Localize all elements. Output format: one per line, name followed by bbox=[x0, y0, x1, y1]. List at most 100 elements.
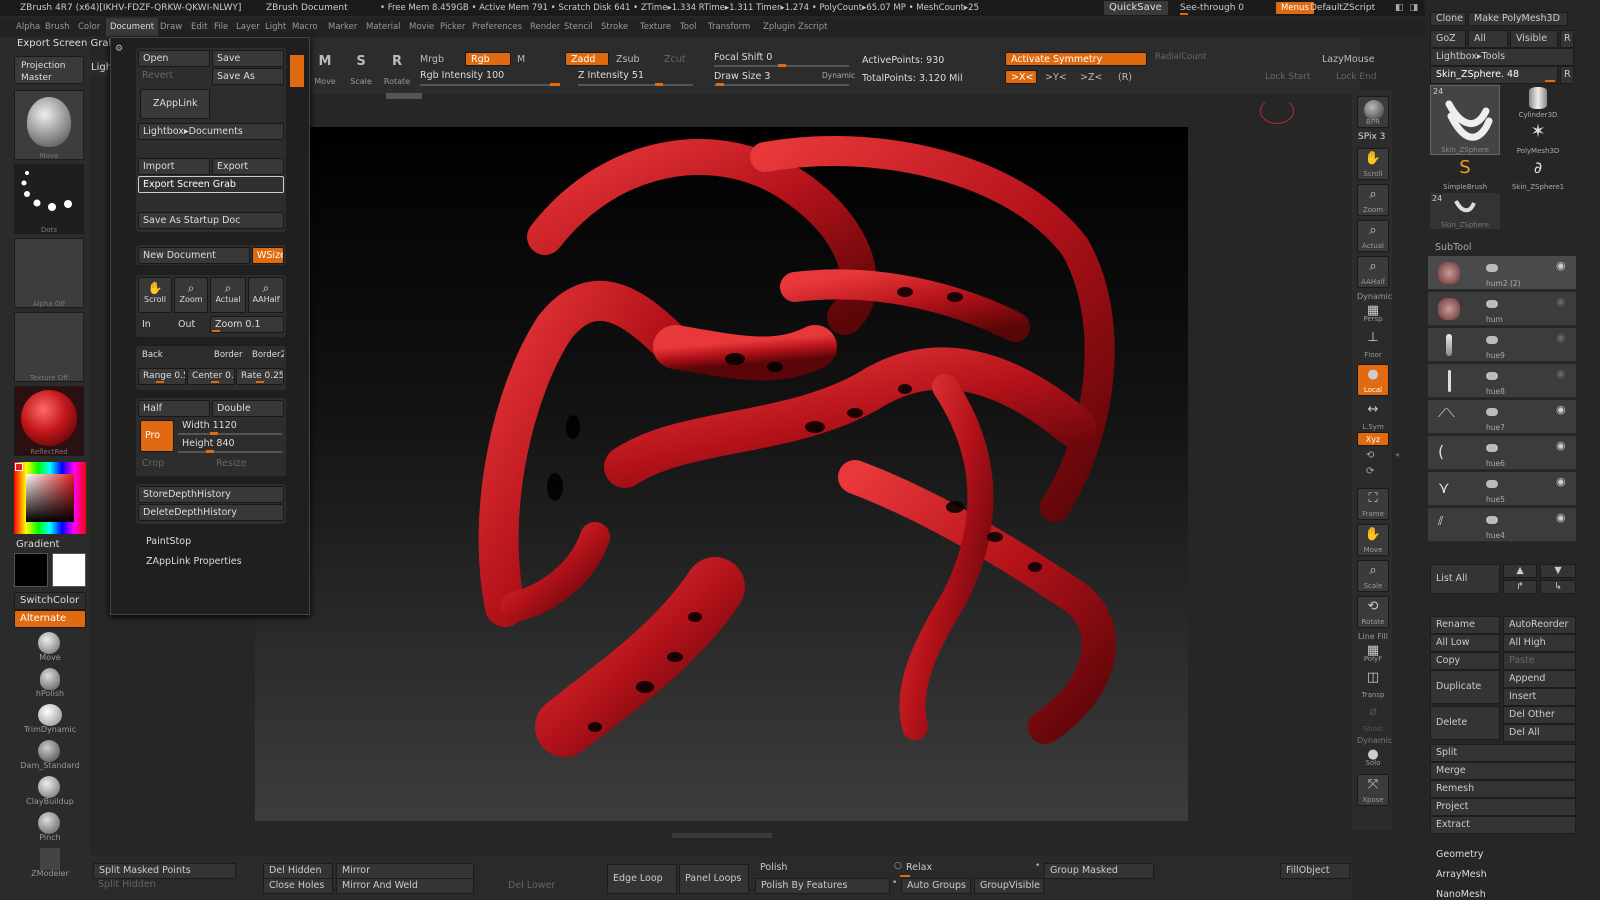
transp-button[interactable]: ◫ Transp bbox=[1357, 668, 1389, 700]
color-saturation-square[interactable] bbox=[26, 474, 74, 522]
split-hidden-button[interactable]: Split Hidden bbox=[93, 878, 236, 892]
persp-button[interactable]: Dynamic ▦ Persp bbox=[1357, 292, 1392, 324]
move-down-right-arrow-icon[interactable]: ↳ bbox=[1540, 580, 1576, 594]
menu-zscript[interactable]: Zscript bbox=[798, 18, 828, 36]
tool-slot-simplebrush[interactable]: S SimpleBrush bbox=[1430, 157, 1500, 191]
subtool-row[interactable]: ◉ hum bbox=[1428, 292, 1576, 326]
group-masked-button[interactable]: Group Masked bbox=[1044, 863, 1154, 879]
import-button[interactable]: Import bbox=[138, 158, 210, 175]
rotate-free-icon[interactable]: ⟳ bbox=[1366, 466, 1374, 477]
geometry-menu[interactable]: Geometry bbox=[1436, 849, 1483, 860]
border-button[interactable]: Border bbox=[210, 348, 246, 363]
menu-preferences[interactable]: Preferences bbox=[472, 18, 522, 36]
menu-texture[interactable]: Texture bbox=[640, 18, 671, 36]
doc-scroll-button[interactable]: ✋ Scroll bbox=[138, 277, 172, 313]
switchcolor-button[interactable]: SwitchColor bbox=[14, 592, 86, 610]
default-zscript[interactable]: DefaultZScript bbox=[1310, 0, 1375, 16]
menu-file[interactable]: File bbox=[214, 18, 228, 36]
project-menu[interactable]: Project bbox=[1430, 798, 1576, 816]
z-intensity-slider[interactable]: Z Intensity 51 bbox=[578, 70, 644, 81]
lsym-button[interactable]: ↔ L.Sym bbox=[1357, 400, 1389, 432]
wsize-button[interactable]: WSize bbox=[252, 247, 284, 264]
alpha-thumbnail[interactable]: Alpha Off bbox=[14, 238, 84, 308]
delete-button[interactable]: Delete bbox=[1430, 706, 1500, 740]
menu-light[interactable]: Light bbox=[265, 18, 286, 36]
paste-button[interactable]: Paste bbox=[1503, 652, 1576, 670]
autoreorder-button[interactable]: AutoReorder bbox=[1503, 616, 1576, 634]
resize-button[interactable]: Resize bbox=[212, 456, 284, 471]
edge-loop-button[interactable]: Edge Loop bbox=[607, 864, 677, 894]
tool-slot-skin-zsphere1[interactable]: ∂ Skin_ZSphere1 bbox=[1503, 157, 1573, 191]
draw-size-slider[interactable]: Draw Size 3 bbox=[714, 71, 770, 82]
toolbar-scroll-handle[interactable] bbox=[386, 93, 422, 99]
eye-icon[interactable]: ◉ bbox=[1556, 475, 1566, 488]
make-polymesh-button[interactable]: Make PolyMesh3D bbox=[1468, 12, 1568, 26]
merge-menu[interactable]: Merge bbox=[1430, 762, 1576, 780]
tool-slot-skin-zsphere[interactable]: 24 Skin_ZSphere bbox=[1430, 85, 1500, 155]
revert-button[interactable]: Revert bbox=[138, 68, 210, 83]
lightbox-tools-button[interactable]: Lightbox▸Tools bbox=[1430, 48, 1574, 66]
symmetry-x-button[interactable]: >X< bbox=[1005, 70, 1037, 84]
toggle-icon[interactable] bbox=[1486, 408, 1498, 416]
toggle-icon[interactable] bbox=[1486, 300, 1498, 308]
toggle-icon[interactable] bbox=[1486, 480, 1498, 488]
lock-end-button[interactable]: Lock End bbox=[1336, 72, 1377, 82]
menu-color[interactable]: Color bbox=[78, 18, 100, 36]
mrgb-button[interactable]: Mrgb bbox=[420, 54, 444, 65]
secondary-color-swatch[interactable] bbox=[14, 553, 48, 587]
floor-button[interactable]: ⊥ Floor bbox=[1357, 328, 1389, 360]
toggle-icon[interactable] bbox=[1486, 264, 1498, 272]
crop-button[interactable]: Crop bbox=[138, 456, 210, 471]
subtool-row[interactable]: ◉ hum2 (2) bbox=[1428, 256, 1576, 290]
radial-count-slider[interactable]: RadialCount bbox=[1155, 52, 1207, 62]
zcut-button[interactable]: Zcut bbox=[664, 54, 685, 65]
tool-slot-cylinder3d[interactable]: Cylinder3D bbox=[1503, 85, 1573, 119]
menu-stroke[interactable]: Stroke bbox=[601, 18, 628, 36]
doc-actual-button[interactable]: ⌕ Actual bbox=[210, 277, 246, 313]
eye-icon[interactable]: ◉ bbox=[1556, 331, 1566, 344]
mirror-and-weld-button[interactable]: Mirror And Weld bbox=[336, 878, 474, 894]
radial-r-button[interactable]: (R) bbox=[1118, 72, 1132, 83]
zoom-in-button[interactable]: In bbox=[138, 317, 172, 332]
store-depth-history-button[interactable]: StoreDepthHistory bbox=[138, 486, 284, 503]
del-hidden-button[interactable]: Del Hidden bbox=[263, 863, 333, 879]
ghost-button[interactable]: ⌀ Ghost bbox=[1357, 702, 1389, 734]
move-up-right-arrow-icon[interactable]: ↱ bbox=[1503, 580, 1537, 594]
eye-icon[interactable]: ◉ bbox=[1556, 295, 1566, 308]
toggle-icon[interactable] bbox=[1486, 444, 1498, 452]
scroll-button[interactable]: ✋ Scroll bbox=[1357, 148, 1389, 180]
rotate-view-button[interactable]: ⟲ Rotate bbox=[1357, 596, 1389, 628]
tool-slot-skin-zsphere-2[interactable]: 24 Skin_ZSphere bbox=[1430, 193, 1500, 229]
menu-document[interactable]: Document bbox=[106, 18, 159, 36]
subtool-row[interactable]: ⫽ ◉ hue4 bbox=[1428, 508, 1576, 542]
width-slider[interactable]: Width 1120 bbox=[178, 418, 284, 433]
menu-draw[interactable]: Draw bbox=[160, 18, 182, 36]
move-down-arrow-icon[interactable]: ▼ bbox=[1540, 564, 1576, 578]
duplicate-button[interactable]: Duplicate bbox=[1430, 670, 1500, 704]
insert-button[interactable]: Insert bbox=[1503, 688, 1576, 706]
lazymouse-button[interactable]: LazyMouse bbox=[1322, 54, 1375, 65]
rotate-mode-button[interactable]: R Rotate bbox=[382, 54, 412, 86]
border2-button[interactable]: Border2 bbox=[248, 348, 284, 363]
save-as-startup-doc-button[interactable]: Save As Startup Doc bbox=[138, 212, 284, 229]
export-screen-grab-button[interactable]: Export Screen Grab bbox=[138, 176, 284, 193]
material-thumbnail[interactable]: ReflectRed bbox=[14, 386, 84, 456]
rename-button[interactable]: Rename bbox=[1430, 616, 1500, 634]
polish-by-features-button[interactable]: Polish By Features bbox=[755, 878, 890, 894]
export-button[interactable]: Export bbox=[212, 158, 284, 175]
m-button[interactable]: M bbox=[517, 54, 525, 65]
subtool-row[interactable]: ⟋⟍ ◉ hue7 bbox=[1428, 400, 1576, 434]
zoom-button[interactable]: ⌕ Zoom bbox=[1357, 184, 1389, 216]
brush-slot-pinch[interactable]: Pinch bbox=[14, 810, 86, 842]
fill-object-button[interactable]: FillObject bbox=[1280, 863, 1350, 879]
del-lower-button[interactable]: Del Lower bbox=[503, 879, 573, 893]
primary-color-swatch[interactable] bbox=[52, 553, 86, 587]
scale-view-button[interactable]: ⌕ Scale bbox=[1357, 560, 1389, 592]
stroke-thumbnail[interactable]: Dots bbox=[14, 164, 84, 234]
see-through-slider[interactable]: See-through 0 bbox=[1180, 0, 1244, 16]
brush-slot-zmodeler[interactable]: ZModeler bbox=[14, 846, 86, 878]
del-all-button[interactable]: Del All bbox=[1503, 724, 1576, 742]
list-all-button[interactable]: List All bbox=[1430, 564, 1500, 594]
brush-slot-trimdynamic[interactable]: TrimDynamic bbox=[14, 702, 86, 734]
move-view-button[interactable]: ✋ Move bbox=[1357, 524, 1389, 556]
